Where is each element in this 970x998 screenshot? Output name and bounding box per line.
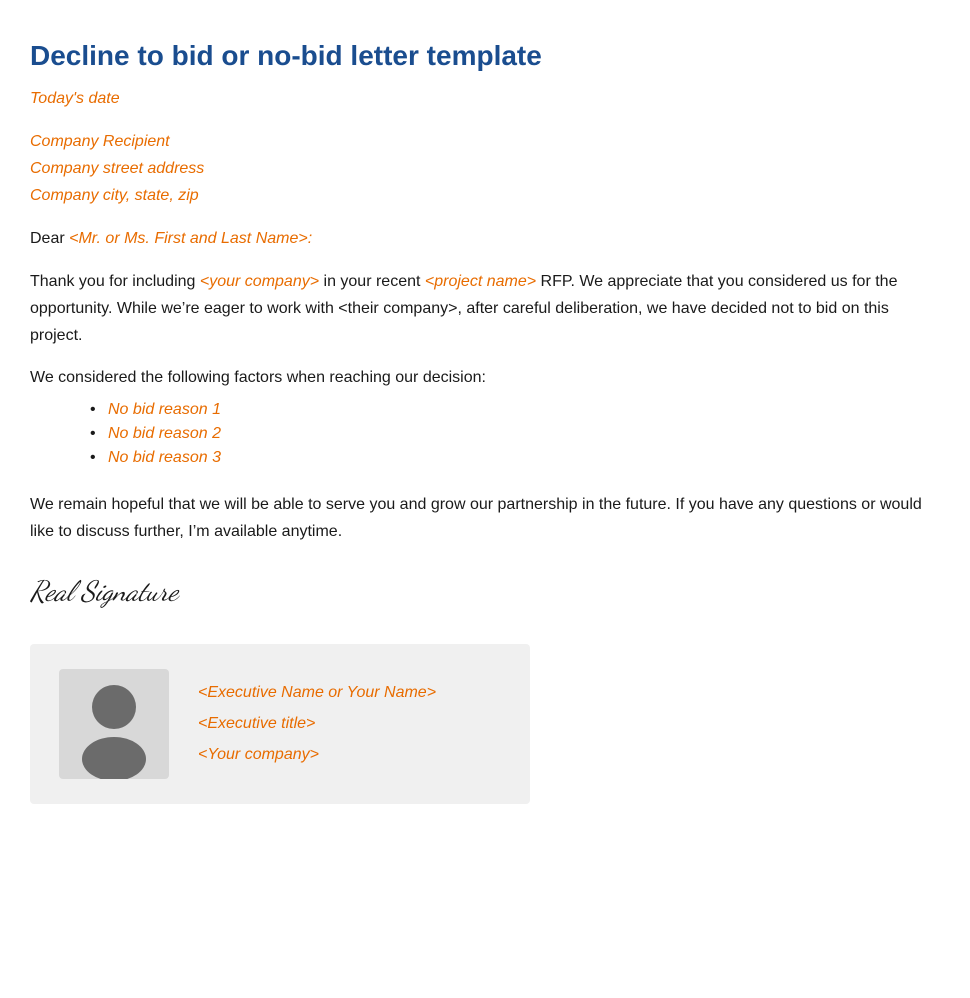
signature-text: Real Signature: [30, 574, 178, 608]
date-text: Today's date: [30, 90, 120, 107]
project-name-placeholder: <project name>: [425, 273, 536, 290]
reason-2: No bid reason 2: [108, 425, 221, 442]
city-state-zip: Company city, state, zip: [30, 182, 940, 209]
reason-1: No bid reason 1: [108, 401, 221, 418]
salutation: Dear <Mr. or Ms. First and Last Name>:: [30, 230, 940, 248]
avatar: [54, 664, 174, 784]
date-line: Today's date: [30, 90, 940, 108]
factors-intro: We considered the following factors when…: [30, 369, 940, 387]
body-paragraph-1: Thank you for including <your company> i…: [30, 268, 940, 350]
list-item: No bid reason 3: [90, 449, 940, 467]
footer-card: <Executive Name or Your Name> <Executive…: [30, 644, 530, 804]
address-block: Company Recipient Company street address…: [30, 128, 940, 210]
salutation-placeholder: <Mr. or Ms. First and Last Name>:: [69, 230, 312, 247]
executive-title: <Executive title>: [198, 710, 436, 737]
page-title: Decline to bid or no-bid letter template: [30, 40, 940, 72]
reasons-list: No bid reason 1 No bid reason 2 No bid r…: [90, 401, 940, 467]
closing-paragraph: We remain hopeful that we will be able t…: [30, 491, 940, 545]
salutation-static: Dear: [30, 230, 69, 247]
executive-name: <Executive Name or Your Name>: [198, 679, 436, 706]
reason-3: No bid reason 3: [108, 449, 221, 466]
footer-info: <Executive Name or Your Name> <Executive…: [198, 679, 436, 769]
street-address: Company street address: [30, 155, 940, 182]
paragraph1-pre1: Thank you for including: [30, 273, 200, 290]
recipient-name: Company Recipient: [30, 128, 940, 155]
paragraph1-pre2: in your recent: [319, 273, 425, 290]
company-name: <Your company>: [198, 741, 436, 768]
your-company-placeholder: <your company>: [200, 273, 319, 290]
list-item: No bid reason 2: [90, 425, 940, 443]
list-item: No bid reason 1: [90, 401, 940, 419]
signature-block: Real Signature: [30, 574, 940, 608]
